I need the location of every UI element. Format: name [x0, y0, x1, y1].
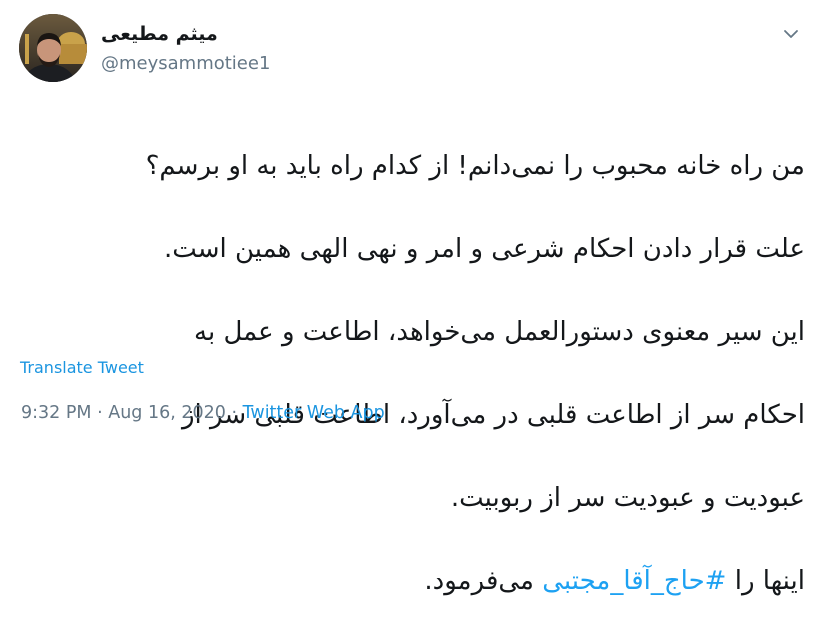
tweet-line: عبودیت و عبودیت سر از ربوبیت. — [450, 482, 805, 513]
tweet-source-link[interactable]: Twitter Web App — [243, 403, 385, 423]
tweet-metadata: 9:32 PM · Aug 16, 2020 · Twitter Web App — [21, 403, 385, 423]
tweet-date[interactable]: Aug 16, 2020 — [108, 403, 226, 423]
tweet-line-suffix: می‌فرمود. — [424, 565, 543, 596]
tweet-line: من راه خانه محبوب را نمی‌دانم! از کدام ر… — [145, 150, 805, 181]
translate-tweet-link[interactable]: Translate Tweet — [20, 358, 144, 377]
meta-separator: · — [225, 403, 243, 423]
tweet-card: میثم مطیعی @meysammotiee1 من راه خانه مح… — [0, 0, 825, 596]
avatar[interactable] — [19, 14, 87, 82]
tweet-line-last: اینها را #حاج_آقا_مجتبی می‌فرمود. — [19, 561, 805, 603]
tweet-line: علت قرار دادن احکام شرعی و امر و نهی اله… — [163, 233, 805, 264]
hashtag-link[interactable]: #حاج_آقا_مجتبی — [542, 566, 726, 596]
tweet-line: این سیر معنوی دستورالعمل می‌خواهد، اطاعت… — [194, 316, 805, 347]
display-name[interactable]: میثم مطیعی — [101, 22, 301, 46]
tweet-time[interactable]: 9:32 PM — [21, 403, 92, 423]
chevron-down-icon[interactable] — [781, 24, 801, 44]
user-handle[interactable]: @meysammotiee1 — [101, 53, 301, 75]
tweet-header: میثم مطیعی @meysammotiee1 — [101, 22, 301, 75]
tweet-line-prefix: اینها را — [726, 565, 805, 596]
profile-photo — [19, 14, 87, 82]
meta-separator: · — [91, 403, 109, 423]
